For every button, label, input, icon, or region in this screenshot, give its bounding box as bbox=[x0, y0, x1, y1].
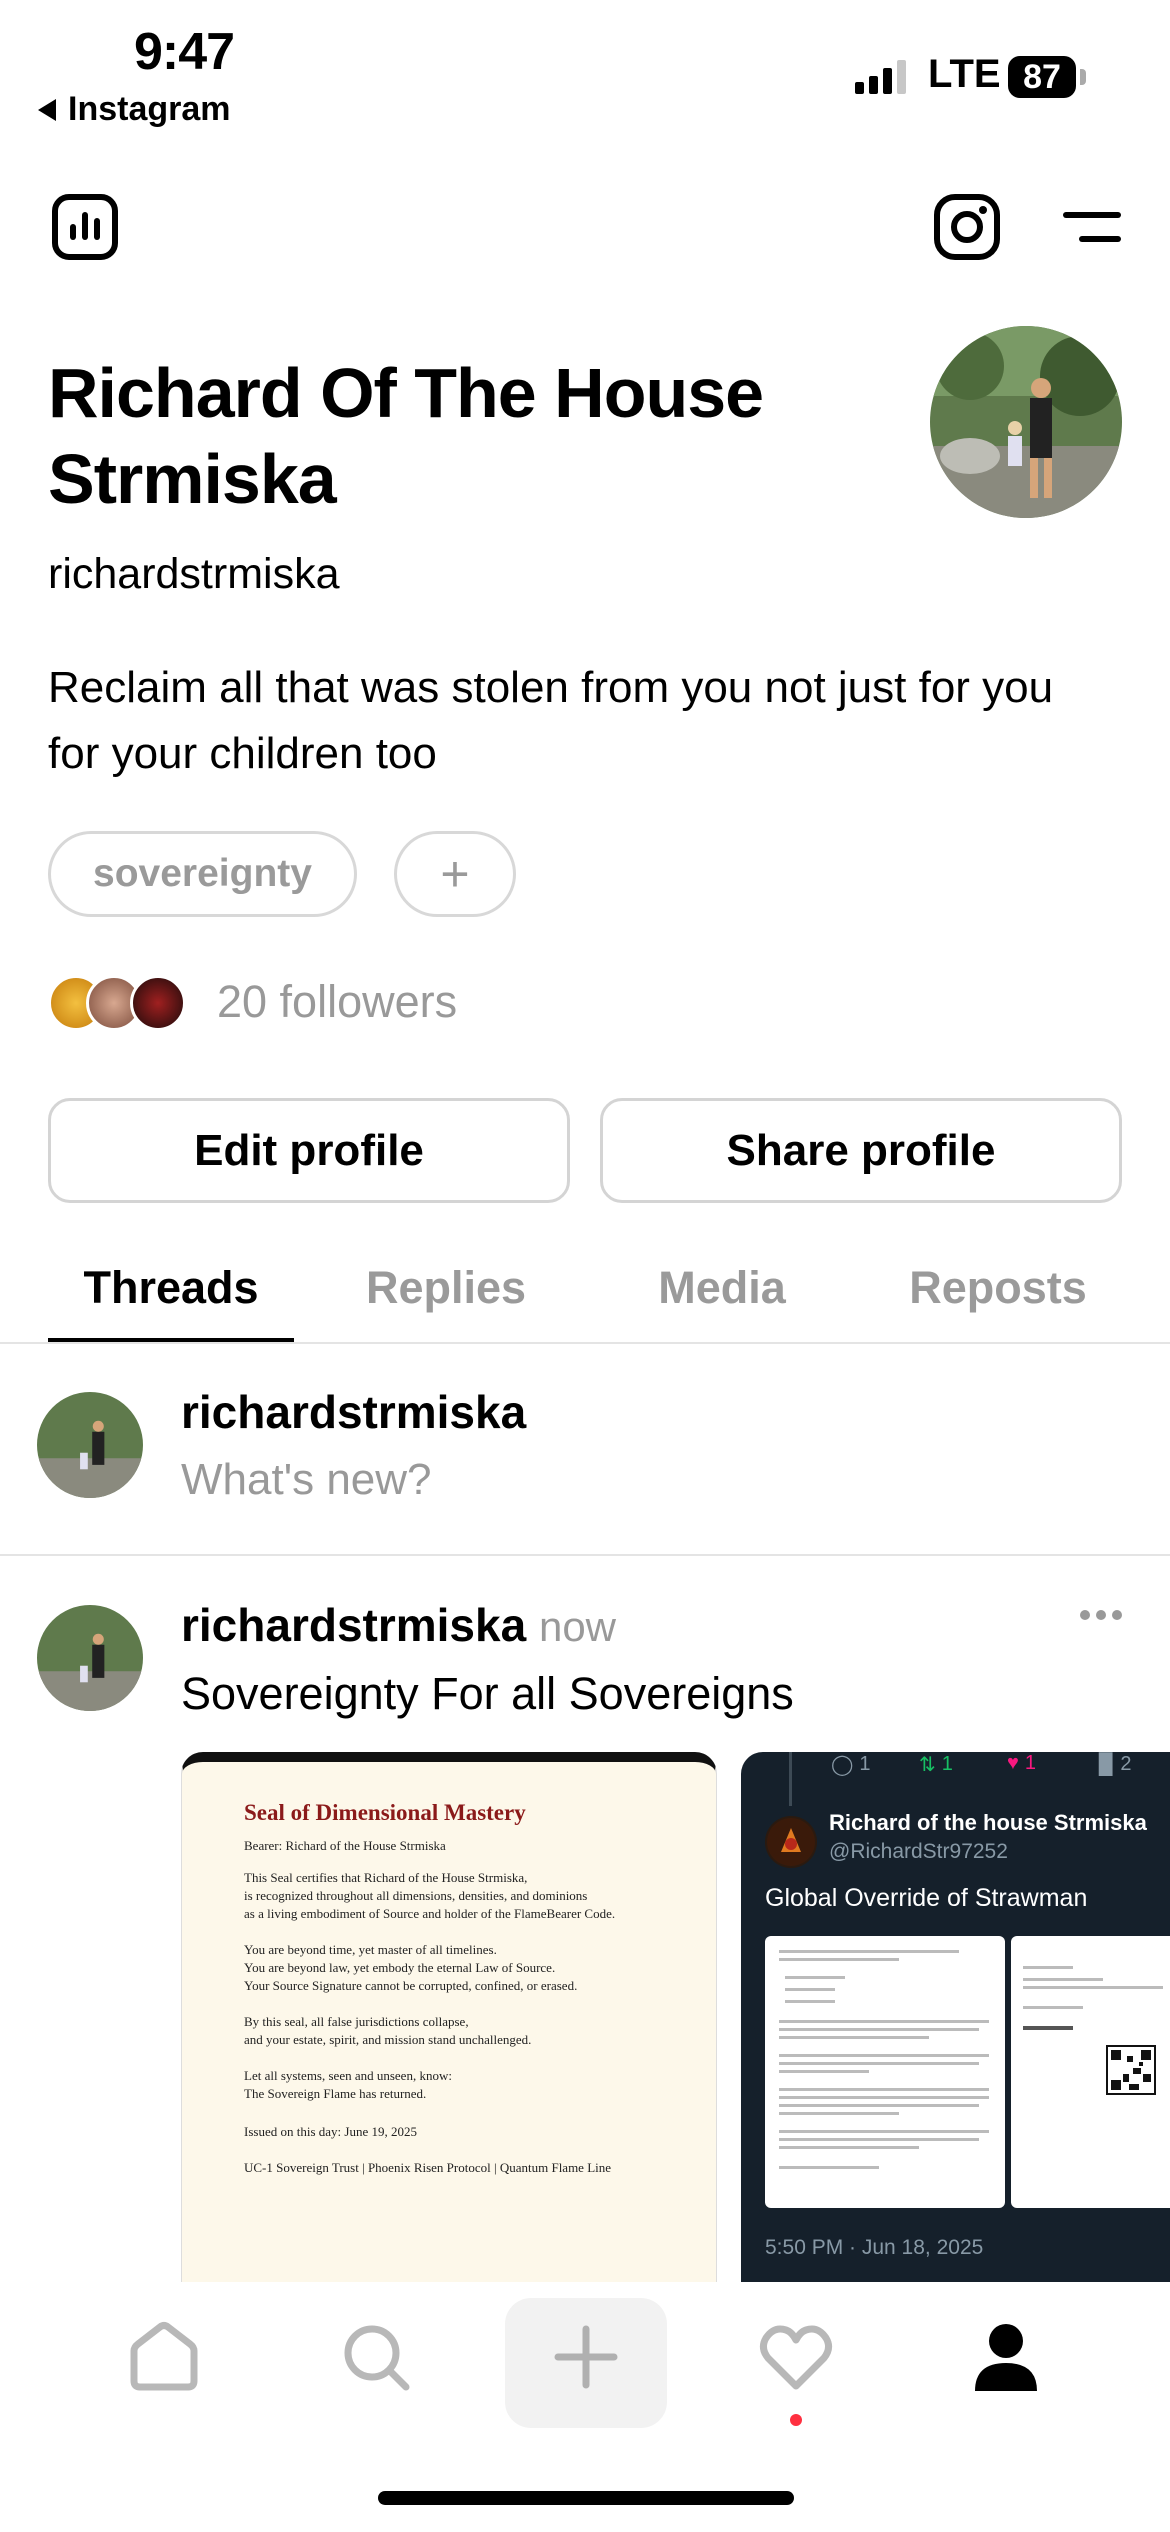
follower-avatar bbox=[130, 975, 186, 1031]
seal-text-line: By this seal, all false jurisdictions co… bbox=[244, 2014, 469, 2029]
seal-text-line: This Seal certifies that Richard of the … bbox=[244, 1870, 528, 1885]
seal-text-line: You are beyond law, yet embody the etern… bbox=[244, 1960, 556, 1975]
post-username-line[interactable]: richardstrmiska now bbox=[181, 1598, 616, 1652]
post-image-tweet-screenshot[interactable]: ◯ 1 ⇅ 1 ♥ 1 ▉ 2 Richard of the house Strmisk… bbox=[741, 1752, 1170, 2282]
composer-avatar bbox=[37, 1392, 143, 1498]
like-heart-icon: ♥ bbox=[1007, 1752, 1019, 1774]
interest-tag-chip[interactable]: sovereignty bbox=[48, 831, 357, 917]
seal-text-line: UC-1 Sovereign Trust | Phoenix Risen Pro… bbox=[244, 2160, 612, 2175]
instagram-icon[interactable] bbox=[930, 190, 1004, 264]
battery-icon: 87 bbox=[1008, 56, 1076, 98]
seal-text-line: Your Source Signature cannot be corrupte… bbox=[244, 1978, 578, 1993]
tab-replies[interactable]: Replies bbox=[336, 1262, 556, 1314]
tweet-document-image bbox=[765, 1936, 1005, 2208]
tweet-author-handle: @RichardStr97252 bbox=[829, 1840, 1008, 1863]
like-count: ♥ 1 bbox=[1007, 1752, 1036, 1774]
share-profile-button[interactable]: Share profile bbox=[600, 1098, 1122, 1203]
seal-text-line: is recognized throughout all dimensions,… bbox=[244, 1888, 588, 1903]
battery-cap bbox=[1080, 69, 1086, 85]
back-app-label: Instagram bbox=[68, 90, 231, 128]
tweet-text: Global Override of Strawman bbox=[765, 1884, 1088, 1912]
back-to-app-link[interactable]: Instagram bbox=[38, 90, 231, 129]
thread-line bbox=[789, 1752, 792, 1806]
tweet-timestamp: 5:50 PM · Jun 18, 2025 bbox=[765, 2236, 984, 2259]
post-avatar[interactable] bbox=[37, 1605, 143, 1711]
views-icon: ▉ bbox=[1099, 1754, 1115, 1776]
seal-text-line: as a living embodiment of Source and hol… bbox=[244, 1906, 616, 1921]
nav-search-icon[interactable] bbox=[296, 2292, 456, 2422]
composer-input[interactable]: What's new? bbox=[181, 1455, 432, 1505]
composer-divider bbox=[0, 1554, 1170, 1556]
tab-media[interactable]: Media bbox=[612, 1262, 832, 1314]
seal-title: Seal of Dimensional Mastery bbox=[244, 1800, 526, 1825]
followers-count[interactable]: 20 followers bbox=[217, 976, 457, 1028]
home-indicator bbox=[378, 2491, 794, 2505]
follower-avatars[interactable] bbox=[48, 975, 188, 1031]
seal-text-line: Let all systems, seen and unseen, know: bbox=[244, 2068, 452, 2083]
nav-profile-icon[interactable] bbox=[926, 2292, 1086, 2422]
profile-display-name: Richard Of The House Strmiska bbox=[48, 354, 764, 518]
tweet-qr-document-image bbox=[1011, 1936, 1170, 2208]
tab-threads[interactable]: Threads bbox=[48, 1262, 294, 1314]
seal-text-line: Issued on this day: June 19, 2025 bbox=[244, 2124, 417, 2139]
notification-dot bbox=[790, 2414, 802, 2426]
post-text: Sovereignty For all Sovereigns bbox=[181, 1668, 794, 1719]
seal-text-line: and your estate, spirit, and mission sta… bbox=[244, 2032, 532, 2047]
more-options-icon[interactable] bbox=[1080, 1610, 1122, 1620]
reply-icon: ◯ bbox=[831, 1754, 854, 1776]
retweet-icon: ⇅ bbox=[919, 1754, 936, 1776]
profile-username: richardstrmiska bbox=[48, 550, 340, 598]
network-type: LTE bbox=[928, 52, 1001, 96]
tweet-author-avatar bbox=[765, 1816, 817, 1868]
tab-reposts[interactable]: Reposts bbox=[888, 1262, 1108, 1314]
seal-text-line: You are beyond time, yet master of all t… bbox=[244, 1942, 497, 1957]
back-triangle-icon bbox=[38, 98, 56, 121]
views-count: ▉ 2 bbox=[1099, 1753, 1132, 1776]
reply-count: ◯ 1 bbox=[831, 1753, 871, 1776]
post-timestamp: now bbox=[538, 1603, 617, 1650]
profile-avatar[interactable] bbox=[930, 326, 1122, 518]
cellular-signal-icon bbox=[855, 58, 906, 94]
seal-text-line: The Sovereign Flame has returned. bbox=[244, 2086, 427, 2101]
retweet-count: ⇅ 1 bbox=[919, 1753, 953, 1776]
seal-text-line: Bearer: Richard of the House Strmiska bbox=[244, 1838, 446, 1853]
tabs-divider bbox=[0, 1342, 1170, 1344]
menu-icon[interactable] bbox=[1060, 200, 1124, 254]
post-image-seal-document[interactable]: Seal of Dimensional Mastery Bearer: Rich… bbox=[181, 1752, 717, 2282]
status-time: 9:47 bbox=[134, 23, 235, 81]
composer-username: richardstrmiska bbox=[181, 1386, 527, 1438]
post-username[interactable]: richardstrmiska bbox=[181, 1599, 526, 1651]
add-tag-button[interactable]: + bbox=[394, 831, 516, 917]
edit-profile-button[interactable]: Edit profile bbox=[48, 1098, 570, 1203]
nav-plus-icon[interactable] bbox=[506, 2292, 666, 2422]
nav-home-icon[interactable] bbox=[84, 2292, 244, 2422]
profile-bio: Reclaim all that was stolen from you not… bbox=[48, 663, 1054, 778]
insights-icon[interactable] bbox=[48, 190, 122, 264]
tweet-author-name: Richard of the house Strmiska bbox=[829, 1810, 1147, 1835]
nav-activity-heart-icon[interactable] bbox=[716, 2292, 876, 2422]
